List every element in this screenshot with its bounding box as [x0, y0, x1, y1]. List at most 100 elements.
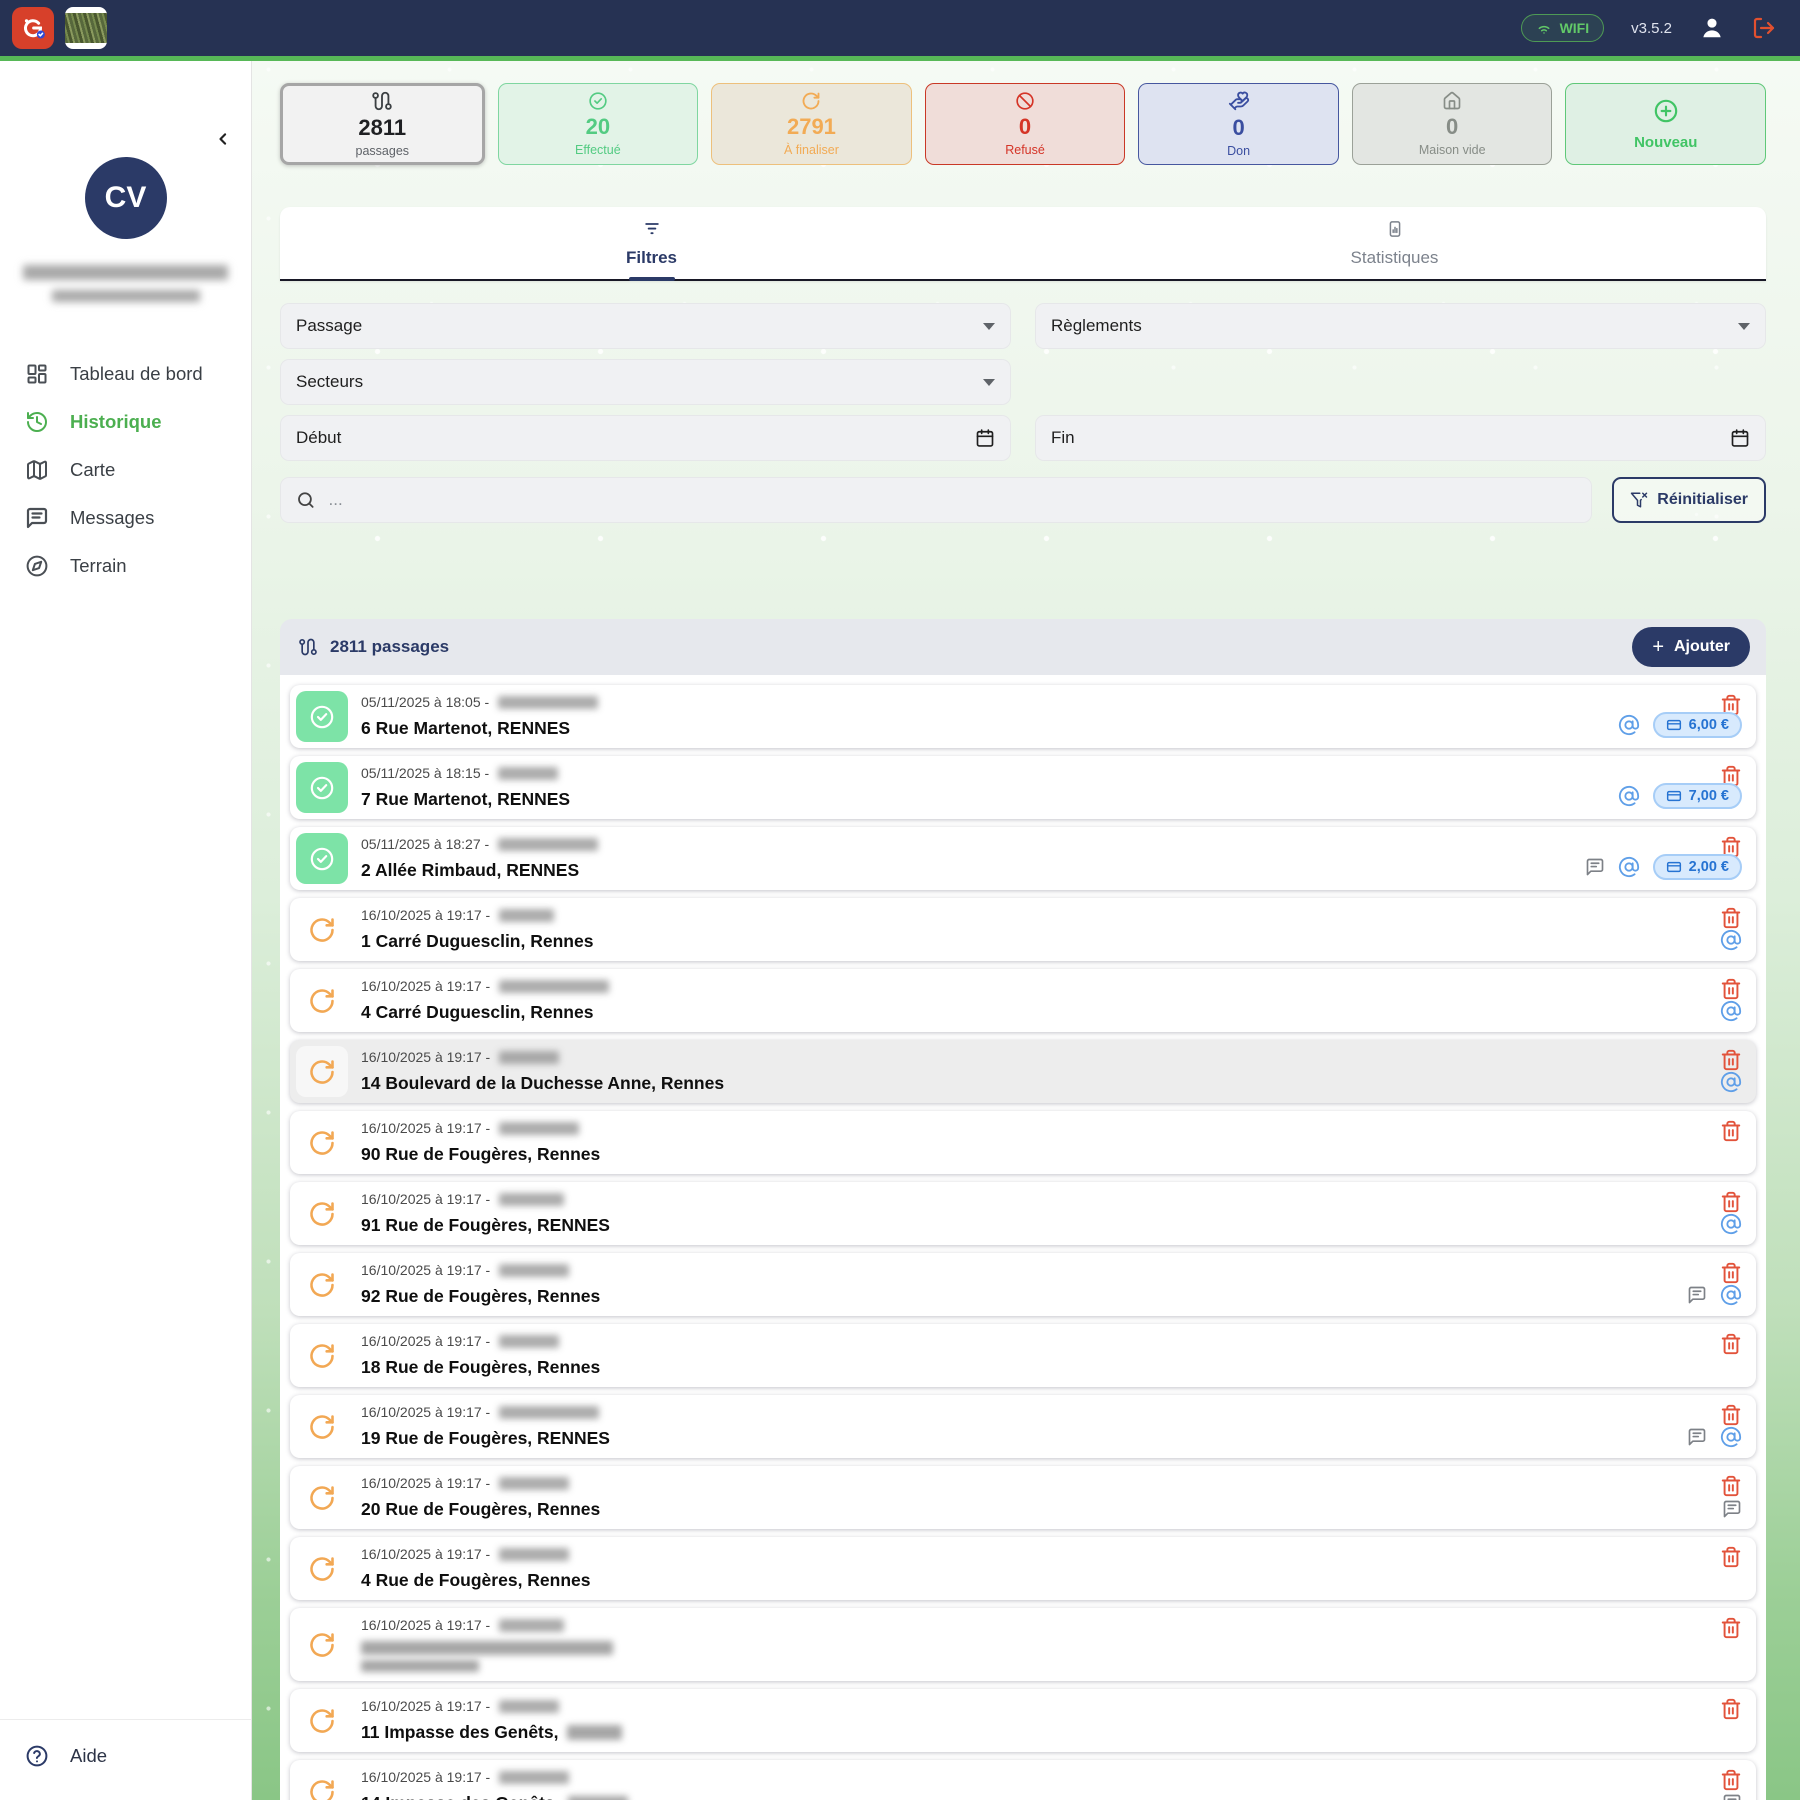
sidebar-item-messages[interactable]: Messages	[0, 494, 251, 542]
passage-row[interactable]: 16/10/2025 à 19:17 - 92 Rue de Fougères,…	[290, 1253, 1756, 1316]
row-date: 16/10/2025 à 19:17 -	[361, 1475, 490, 1491]
sidebar-item-carte[interactable]: Carte	[0, 446, 251, 494]
sidebar-item-terrain[interactable]: Terrain	[0, 542, 251, 590]
row-address: 90 Rue de Fougères, Rennes	[361, 1144, 600, 1165]
debut-label: Début	[296, 428, 975, 448]
avatar[interactable]: CV	[85, 157, 167, 239]
comment-icon[interactable]	[1687, 1285, 1707, 1305]
passage-row[interactable]: 05/11/2025 à 18:05 - 6 Rue Martenot, REN…	[290, 685, 1756, 748]
delete-button[interactable]	[1720, 907, 1742, 929]
passage-row[interactable]: 16/10/2025 à 19:17 - 18 Rue de Fougères,…	[290, 1324, 1756, 1387]
email-icon[interactable]	[1720, 1000, 1742, 1022]
stat-card-nouveau[interactable]: Nouveau	[1565, 83, 1766, 165]
redacted-name	[498, 696, 598, 709]
passage-row[interactable]: 16/10/2025 à 19:17 - 14 Impasse des Genê…	[290, 1760, 1756, 1800]
credit-card-icon	[1666, 859, 1682, 875]
search-input[interactable]	[329, 490, 1577, 510]
delete-button[interactable]	[1720, 1404, 1742, 1426]
chevron-down-icon	[983, 379, 995, 386]
user-profile: CV	[0, 61, 251, 302]
delete-button[interactable]	[1720, 1769, 1742, 1791]
search-bar[interactable]	[280, 477, 1592, 523]
filters-panel: Passage Règlements Secteurs Début Fin	[280, 303, 1766, 461]
passage-row[interactable]: 05/11/2025 à 18:27 - 2 Allée Rimbaud, RE…	[290, 827, 1756, 890]
email-icon[interactable]	[1618, 714, 1640, 736]
passage-row[interactable]: 16/10/2025 à 19:17 - 14 Boulevard de la …	[290, 1040, 1756, 1103]
delete-button[interactable]	[1720, 978, 1742, 1000]
delete-button[interactable]	[1720, 1617, 1742, 1639]
stat-card-refuse[interactable]: 0 Refusé	[925, 83, 1126, 165]
campaign-photo-thumbnail[interactable]	[65, 7, 107, 49]
row-date: 05/11/2025 à 18:15 -	[361, 765, 489, 781]
filter-icon	[642, 219, 662, 239]
sidebar-item-tableau-de-bord[interactable]: Tableau de bord	[0, 350, 251, 398]
delete-button[interactable]	[1720, 1049, 1742, 1071]
stat-card-don[interactable]: 0 Don	[1138, 83, 1339, 165]
email-icon[interactable]	[1720, 1426, 1742, 1448]
stat-card-passages[interactable]: 2811 passages	[280, 83, 485, 165]
passage-row[interactable]: 16/10/2025 à 19:17 - 11 Impasse des Genê…	[290, 1689, 1756, 1752]
stat-value: 0	[1232, 115, 1244, 140]
email-icon[interactable]	[1720, 1213, 1742, 1235]
tab-statistiques[interactable]: Statistiques	[1023, 207, 1766, 279]
delete-button[interactable]	[1720, 1120, 1742, 1142]
email-icon[interactable]	[1720, 929, 1742, 951]
sidebar-collapse-button[interactable]	[213, 129, 233, 149]
user-account-icon[interactable]	[1699, 15, 1725, 41]
row-date: 16/10/2025 à 19:17 -	[361, 1404, 490, 1420]
comment-icon[interactable]	[1687, 1427, 1707, 1447]
delete-button[interactable]	[1720, 1333, 1742, 1355]
passage-row[interactable]: 16/10/2025 à 19:17 - 4 Rue de Fougères, …	[290, 1537, 1756, 1600]
date-fin-picker[interactable]: Fin	[1035, 415, 1766, 461]
reglements-select[interactable]: Règlements	[1035, 303, 1766, 349]
payment-amount-badge[interactable]: 7,00 €	[1653, 783, 1742, 809]
email-icon[interactable]	[1618, 785, 1640, 807]
sidebar-item-historique[interactable]: Historique	[0, 398, 251, 446]
passage-row[interactable]: 16/10/2025 à 19:17 - 1 Carré Duguesclin,…	[290, 898, 1756, 961]
row-address: 1 Carré Duguesclin, Rennes	[361, 931, 593, 952]
top-navbar: WIFI v3.5.2	[0, 0, 1800, 56]
delete-button[interactable]	[1720, 1262, 1742, 1284]
passage-row[interactable]: 16/10/2025 à 19:17 - 91 Rue de Fougères,…	[290, 1182, 1756, 1245]
delete-button[interactable]	[1720, 1546, 1742, 1568]
passage-select[interactable]: Passage	[280, 303, 1011, 349]
app-logo[interactable]	[12, 7, 54, 49]
comment-icon[interactable]	[1722, 1499, 1742, 1519]
email-icon[interactable]	[1618, 856, 1640, 878]
delete-button[interactable]	[1720, 1698, 1742, 1720]
delete-button[interactable]	[1720, 1475, 1742, 1497]
date-debut-picker[interactable]: Début	[280, 415, 1011, 461]
redacted-name	[499, 1122, 579, 1135]
payment-amount-badge[interactable]: 6,00 €	[1653, 712, 1742, 738]
tab-filtres[interactable]: Filtres	[280, 207, 1023, 279]
reset-filters-button[interactable]: Réinitialiser	[1612, 477, 1766, 523]
stat-label: À finaliser	[784, 143, 839, 157]
email-icon[interactable]	[1720, 1071, 1742, 1093]
sidebar-item-aide[interactable]: Aide	[25, 1744, 226, 1768]
stat-card-maison-vide[interactable]: 0 Maison vide	[1352, 83, 1553, 165]
row-address: 14 Boulevard de la Duchesse Anne, Rennes	[361, 1073, 724, 1094]
payment-amount-badge[interactable]: 2,00 €	[1653, 854, 1742, 880]
secteurs-select[interactable]: Secteurs	[280, 359, 1011, 405]
logout-icon[interactable]	[1752, 16, 1776, 40]
passage-row[interactable]: 16/10/2025 à 19:17 -	[290, 1608, 1756, 1681]
secteurs-select-label: Secteurs	[296, 372, 983, 392]
tab-label: Filtres	[626, 248, 677, 268]
add-passage-button[interactable]: + Ajouter	[1632, 627, 1750, 667]
ban-icon	[1015, 91, 1035, 111]
passage-row[interactable]: 16/10/2025 à 19:17 - 20 Rue de Fougères,…	[290, 1466, 1756, 1529]
stat-card-a-finaliser[interactable]: 2791 À finaliser	[711, 83, 912, 165]
passage-row[interactable]: 16/10/2025 à 19:17 - 90 Rue de Fougères,…	[290, 1111, 1756, 1174]
passage-row[interactable]: 16/10/2025 à 19:17 - 19 Rue de Fougères,…	[290, 1395, 1756, 1458]
hand-heart-icon	[1228, 90, 1250, 112]
comment-icon[interactable]	[1722, 1793, 1742, 1800]
passage-row[interactable]: 16/10/2025 à 19:17 - 4 Carré Duguesclin,…	[290, 969, 1756, 1032]
email-icon[interactable]	[1720, 1284, 1742, 1306]
message-icon	[25, 506, 49, 530]
row-date: 16/10/2025 à 19:17 -	[361, 1262, 490, 1278]
stat-label: passages	[356, 144, 410, 158]
delete-button[interactable]	[1720, 1191, 1742, 1213]
passage-row[interactable]: 05/11/2025 à 18:15 - 7 Rue Martenot, REN…	[290, 756, 1756, 819]
comment-icon[interactable]	[1585, 857, 1605, 877]
stat-card-effectue[interactable]: 20 Effectué	[498, 83, 699, 165]
